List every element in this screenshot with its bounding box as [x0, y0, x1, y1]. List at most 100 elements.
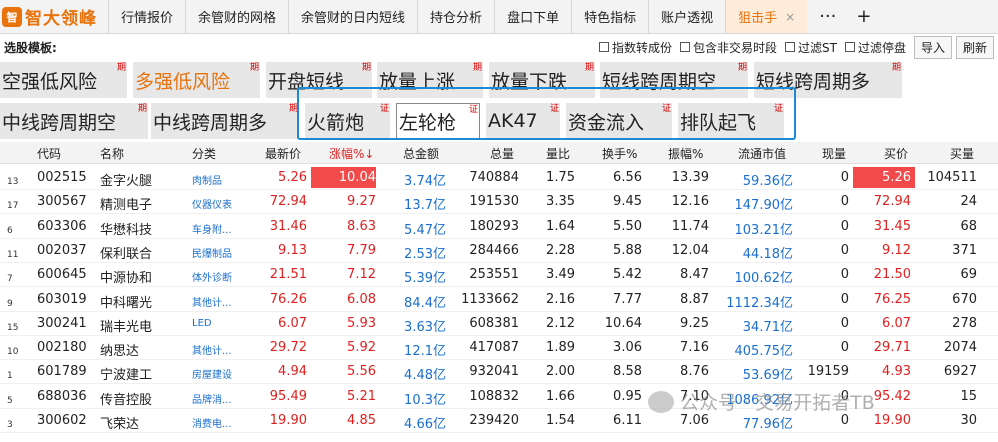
- table-row[interactable]: 7 600645 中源协和 体外诊断 21.51 7.12 5.39亿 253551 3.49 5…: [0, 263, 998, 288]
- tab-quotes[interactable]: 行情报价: [108, 0, 185, 33]
- cell-price: 29.72: [269, 340, 307, 356]
- cell-turnover: 10.64: [604, 315, 642, 331]
- col-header-bid-price[interactable]: 买价: [884, 145, 908, 162]
- cell-bid-price: 6.07: [882, 315, 911, 331]
- cell-category: 车身附...: [192, 224, 232, 236]
- tab-intraday[interactable]: 余管财的日内短线: [288, 0, 417, 33]
- cell-turnover: 3.06: [613, 340, 642, 356]
- col-header-category[interactable]: 分类: [192, 145, 216, 162]
- cell-turnover: 5.88: [613, 242, 642, 258]
- cell-name: 华懋科技: [100, 222, 153, 238]
- col-header-current-volume[interactable]: 现量: [822, 145, 846, 162]
- cell-volume-ratio: 1.54: [546, 413, 575, 428]
- col-header-amount[interactable]: 总金额: [403, 145, 439, 162]
- row-index: 13: [7, 177, 19, 187]
- col-header-code[interactable]: 代码: [37, 145, 61, 162]
- cell-bid-volume: 371: [952, 242, 977, 258]
- col-header-turnover[interactable]: 换手%: [602, 145, 637, 162]
- cell-volume: 608381: [469, 315, 519, 331]
- cell-volume-ratio: 2.12: [546, 315, 575, 331]
- template-item[interactable]: 空强低风险 期: [0, 62, 127, 98]
- cell-turnover: 0.95: [613, 388, 642, 404]
- table-row[interactable]: 9 603019 中科曙光 其他计... 76.26 6.08 84.4亿 1133662 2.…: [0, 288, 998, 312]
- col-header-change[interactable]: 涨幅%↓: [329, 145, 374, 162]
- table-row[interactable]: 15 300241 瑞丰光电 LED 6.07 5.93 3.63亿 608381 2.12 10…: [0, 312, 998, 336]
- col-header-volume[interactable]: 总量: [490, 145, 514, 162]
- cell-category: 民爆制品: [192, 248, 232, 260]
- cell-code: 688036: [37, 388, 87, 404]
- cell-amount: 5.39亿: [404, 271, 446, 287]
- cell-amount: 13.7亿: [404, 198, 446, 214]
- close-icon[interactable]: ×: [785, 10, 795, 24]
- cell-current-volume: 0: [840, 242, 849, 258]
- cell-code: 603019: [37, 291, 87, 307]
- cell-amplitude: 11.74: [671, 218, 709, 234]
- table-row[interactable]: 13 002515 金字火腿 肉制品 5.26 10.04 3.74亿 740884 1.75 6…: [0, 166, 998, 190]
- import-button[interactable]: 导入: [913, 35, 952, 59]
- add-tab-icon[interactable]: +: [856, 6, 871, 27]
- table-row[interactable]: 11 002037 保利联合 民爆制品 9.13 7.79 2.53亿 284466 2.28 5…: [0, 239, 998, 263]
- cell-bid-price: 4.93: [882, 364, 911, 380]
- table-row[interactable]: 1 601789 宁波建工 房屋建设 4.94 5.56 4.48亿 932041 2.00 8.…: [0, 360, 998, 385]
- tab-grid[interactable]: 余管财的网格: [185, 0, 288, 33]
- cell-code: 601789: [37, 364, 87, 380]
- cell-volume-ratio: 1.64: [546, 218, 575, 234]
- checkbox-icon[interactable]: [679, 42, 690, 52]
- checkbox-non-trading[interactable]: 包含非交易时段: [679, 39, 777, 56]
- cell-price: 6.07: [278, 315, 307, 331]
- table-row[interactable]: 17 300567 精测电子 仪器仪表 72.94 9.27 13.7亿 191530 3.35…: [0, 190, 998, 215]
- table-header: 代码 名称 分类 最新价 涨幅%↓ 总金额 总量 量比 换手% 振幅% 流通市值…: [0, 142, 998, 164]
- template-item[interactable]: 多强低风险 期: [133, 62, 260, 98]
- cell-current-volume: 0: [840, 291, 849, 307]
- checkbox-icon[interactable]: [785, 42, 795, 52]
- cell-amount: 12.1亿: [404, 344, 446, 360]
- cell-code: 002180: [37, 340, 87, 356]
- refresh-button[interactable]: 刷新: [955, 35, 994, 59]
- cell-volume: 284466: [469, 242, 519, 258]
- col-header-bid-volume[interactable]: 买量: [950, 145, 974, 162]
- row-index: 3: [7, 420, 13, 430]
- cell-bid-volume: 104511: [927, 170, 977, 185]
- tab-order[interactable]: 盘口下单: [494, 0, 571, 33]
- checkbox-icon[interactable]: [844, 42, 855, 52]
- cell-turnover: 7.77: [613, 291, 642, 307]
- template-tag: 期: [891, 63, 901, 73]
- col-header-name[interactable]: 名称: [100, 145, 124, 162]
- col-header-market-cap[interactable]: 流通市值: [738, 145, 786, 162]
- cell-market-cap: 405.75亿: [734, 344, 794, 360]
- tab-sniper[interactable]: 狙击手 ×: [725, 0, 808, 33]
- cell-amount: 3.63亿: [404, 319, 446, 335]
- cell-current-volume: 0: [840, 413, 849, 428]
- col-header-amplitude[interactable]: 振幅%: [668, 145, 703, 162]
- cell-market-cap: 53.69亿: [742, 368, 793, 384]
- wechat-icon: [648, 390, 674, 413]
- checkbox-filter-st[interactable]: 过滤ST: [785, 39, 837, 56]
- cell-amount: 84.4亿: [404, 295, 446, 311]
- cell-change: 7.12: [347, 267, 376, 283]
- col-header-price[interactable]: 最新价: [265, 145, 301, 162]
- checkbox-icon[interactable]: [598, 42, 609, 52]
- table-row[interactable]: 6 603306 华懋科技 车身附... 31.46 8.63 5.47亿 180293 1.6…: [0, 215, 998, 239]
- cell-bid-volume: 69: [960, 267, 977, 283]
- tab-account[interactable]: 账户透视: [648, 0, 725, 33]
- cell-name: 金字火腿: [100, 174, 153, 189]
- template-item[interactable]: 中线跨周期多期: [151, 103, 299, 139]
- template-item[interactable]: 中线跨周期空 期: [0, 103, 148, 139]
- cell-volume: 108832: [469, 388, 519, 404]
- tab-positions[interactable]: 持仓分析: [417, 0, 494, 33]
- more-icon[interactable]: ···: [819, 6, 836, 27]
- cell-market-cap: 103.21亿: [734, 222, 794, 238]
- checkbox-index-components[interactable]: 指数转成份: [598, 39, 672, 56]
- checkbox-filter-suspended[interactable]: 过滤停盘: [844, 39, 906, 56]
- col-header-volume-ratio[interactable]: 量比: [546, 145, 570, 162]
- template-toolbar: 选股模板: 指数转成份 包含非交易时段 过滤ST 过滤停盘 导入 刷新: [0, 34, 998, 60]
- cell-amount: 4.66亿: [404, 417, 446, 432]
- cell-code: 300567: [37, 194, 87, 210]
- table-row[interactable]: 10 002180 纳思达 其他计... 29.72 5.92 12.1亿 417087 1.8…: [0, 336, 998, 361]
- cell-name: 飞荣达: [100, 417, 140, 432]
- cell-bid-volume: 15: [960, 388, 977, 404]
- watermark-text: 公众号 · 交易开拓者TB: [680, 392, 875, 414]
- cell-market-cap: 1112.34亿: [726, 295, 793, 311]
- cell-market-cap: 100.62亿: [734, 271, 794, 287]
- tab-indicators[interactable]: 特色指标: [571, 0, 648, 33]
